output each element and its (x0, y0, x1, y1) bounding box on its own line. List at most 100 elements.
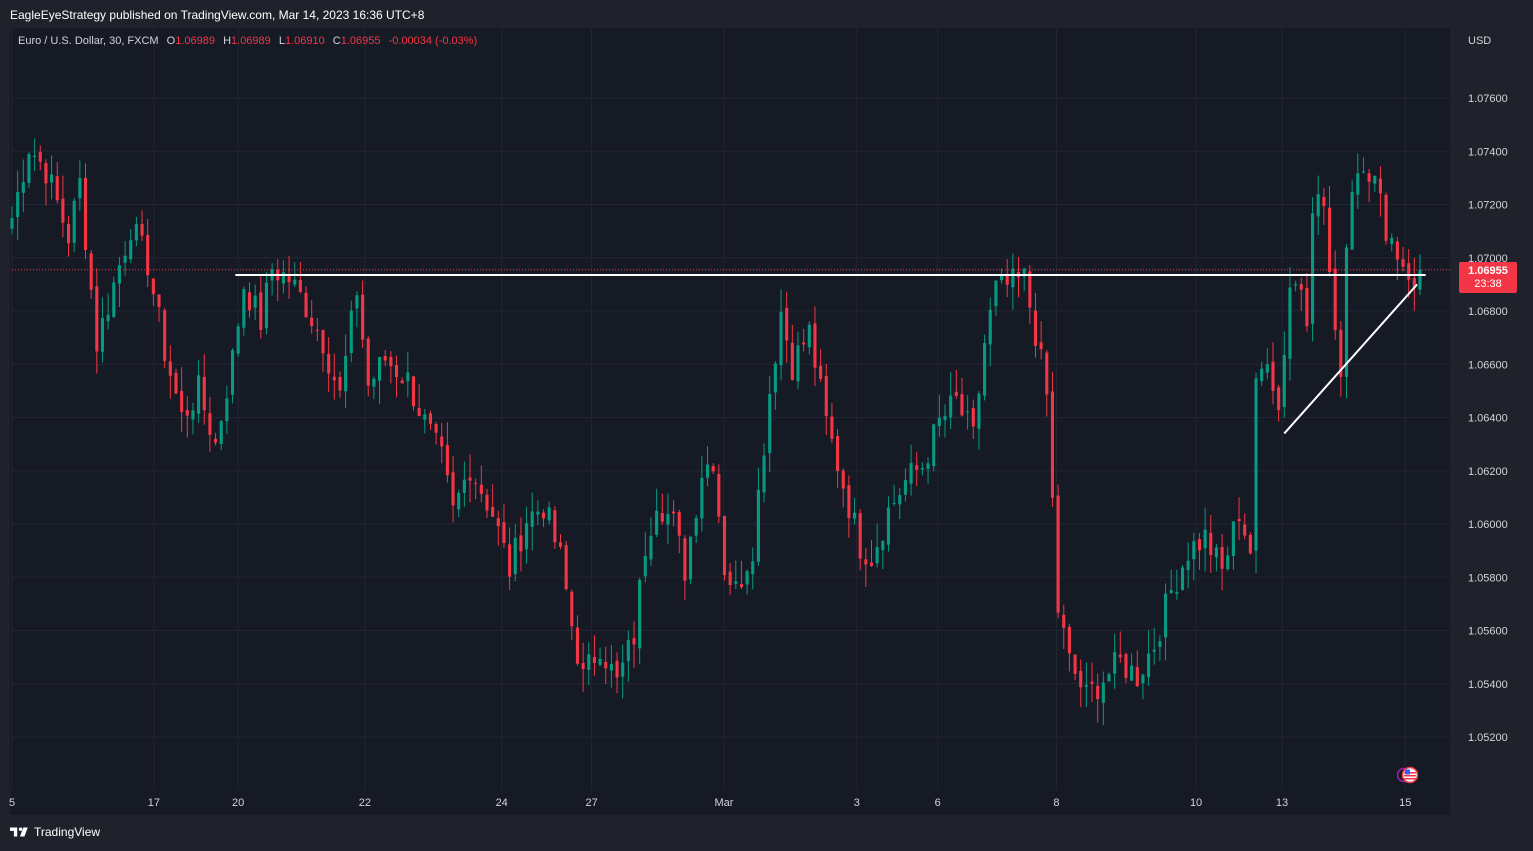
candle-body (796, 345, 800, 382)
candle-body (1214, 547, 1218, 558)
candle-body (819, 365, 823, 379)
candle-body (33, 155, 37, 158)
time-tick-label: 13 (1276, 797, 1288, 809)
candle-body (457, 492, 461, 510)
price-tick-label: 1.06800 (1468, 306, 1508, 318)
candle-body (513, 537, 517, 575)
candle-body (886, 507, 891, 545)
time-tick-label: 3 (854, 797, 860, 809)
close-value: 1.06955 (340, 35, 381, 47)
time-tick-label: 20 (232, 797, 244, 809)
time-tick-label: 6 (935, 797, 941, 809)
candle-body (847, 485, 851, 518)
candle-body (779, 311, 783, 366)
candle-body (338, 376, 342, 391)
candle-body (78, 178, 82, 199)
candle-body (502, 522, 506, 544)
candle-body (225, 398, 229, 422)
candle-body (236, 326, 240, 354)
candle-body (1316, 194, 1320, 217)
candle-body (1169, 590, 1173, 593)
candle-body (27, 154, 31, 183)
candle-body (230, 350, 235, 395)
symbol-name[interactable]: Euro / U.S. Dollar, 30, FXCM (18, 35, 159, 47)
tradingview-brand[interactable]: TradingView (10, 825, 100, 839)
candle-body (660, 513, 664, 522)
candle-body (1226, 555, 1230, 570)
candle-body (1390, 237, 1394, 244)
candle-body (1322, 197, 1326, 206)
candle-body (1180, 567, 1185, 591)
price-tick-label: 1.05200 (1468, 732, 1508, 744)
us-flag-icon[interactable] (1397, 765, 1419, 785)
candle-body (570, 591, 574, 627)
candle-body (581, 662, 585, 670)
candle-body (519, 535, 523, 552)
candle-body (841, 470, 845, 489)
candle-body (462, 479, 466, 493)
candle-body (508, 544, 512, 577)
candle-body (728, 571, 732, 586)
candle-body (406, 372, 410, 382)
candle-body (802, 342, 806, 345)
candle-body (434, 424, 438, 433)
candle-body (180, 390, 184, 413)
candle-body (157, 294, 161, 308)
candle-body (202, 376, 206, 411)
candle-body (1294, 284, 1298, 286)
candle-body (954, 391, 958, 396)
candle-body (293, 279, 297, 285)
candle-body (649, 536, 653, 560)
candle-body (491, 507, 495, 517)
candle-body (1197, 539, 1202, 551)
candle-body (1124, 654, 1128, 678)
candle-body (915, 465, 919, 470)
currency-label[interactable]: USD (1468, 35, 1491, 47)
candle-body (55, 176, 59, 201)
candle-body (214, 438, 218, 443)
candle-body (1418, 269, 1422, 290)
candle-body (932, 424, 936, 467)
candle-body (592, 657, 596, 663)
candle-body (355, 295, 359, 309)
candle-body (106, 314, 110, 322)
price-axis[interactable]: 1.05200 1.05400 1.05600 1.05800 1.06000 1.062… (1468, 93, 1508, 744)
candle-body (134, 224, 138, 241)
time-axis[interactable]: 5 17 20 22 24 27 Mar 3 6 8 10 13 15 (9, 797, 1411, 809)
candle-body (1067, 626, 1071, 654)
candle-body (163, 310, 167, 361)
open-value: 1.06989 (175, 35, 215, 47)
price-tick-label: 1.05800 (1468, 572, 1508, 584)
candle-body (208, 413, 212, 435)
candle-body (264, 282, 269, 329)
candle-body (632, 638, 636, 645)
candle-body (50, 174, 54, 183)
price-tick-label: 1.07600 (1468, 93, 1508, 105)
candle-body (1079, 671, 1083, 688)
candle-body (971, 408, 975, 427)
candle-body (830, 416, 834, 439)
candle-body (898, 495, 902, 505)
brand-name: TradingView (34, 825, 101, 839)
candle-body (411, 376, 416, 407)
last-price-value: 1.06955 (1468, 265, 1508, 277)
candle-body (197, 375, 201, 414)
candle-body (95, 286, 99, 352)
candle-body (677, 512, 681, 536)
candle-body (16, 191, 20, 218)
candle-body (587, 654, 591, 670)
candle-body (1311, 213, 1315, 324)
candle-body (1344, 247, 1349, 377)
price-chart[interactable]: 1.05200 1.05400 1.05600 1.05800 1.06000 1.062… (0, 0, 1533, 851)
candle-body (1260, 368, 1264, 382)
candle-body (117, 265, 121, 284)
candle-body (705, 464, 710, 478)
price-tick-label: 1.06000 (1468, 519, 1508, 531)
candle-body (694, 517, 698, 536)
candle-body (530, 511, 534, 527)
candle-body (298, 280, 302, 292)
price-tick-label: 1.07400 (1468, 146, 1508, 158)
candle-body (1118, 654, 1122, 658)
candle-body (745, 571, 749, 585)
candle-body (1203, 529, 1207, 549)
